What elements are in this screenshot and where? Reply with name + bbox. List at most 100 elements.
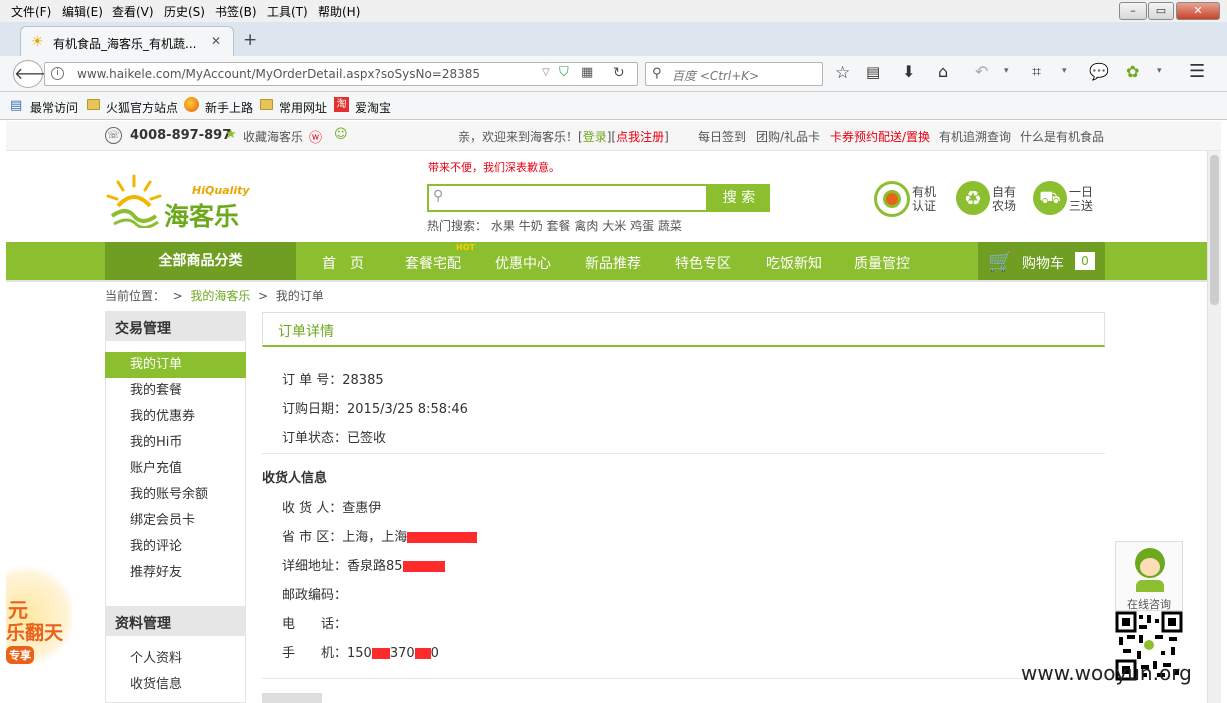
order-status: 已签收 [347, 431, 387, 446]
voucher-link[interactable]: 卡券预约配送/置换 [830, 128, 930, 145]
sidebar-item-hi-coins[interactable]: 我的Hi币 [105, 430, 246, 456]
favorite-link[interactable]: 收藏海客乐 [243, 128, 303, 145]
bookmark-getting-started[interactable]: 新手上路 [205, 99, 253, 116]
menu-file[interactable]: 文件(F) [11, 3, 51, 20]
url-dropdown-icon[interactable]: ▽ [542, 67, 550, 78]
cart-count: 0 [1075, 252, 1095, 270]
menu-edit[interactable]: 编辑(E) [62, 3, 103, 20]
browser-search-box[interactable]: ⚲ 百度 <Ctrl+K> [645, 62, 823, 86]
organic-info-link[interactable]: 什么是有机食品 [1020, 128, 1104, 145]
menu-view[interactable]: 查看(V) [112, 3, 154, 20]
menu-help[interactable]: 帮助(H) [318, 3, 360, 20]
hot-word[interactable]: 蔬菜 [658, 219, 682, 233]
wechat-icon[interactable]: ☺ [334, 127, 348, 142]
new-tab-icon[interactable]: + [243, 30, 257, 50]
nav-food-news[interactable]: 吃饭新知 [766, 253, 822, 273]
nav-quality[interactable]: 质量管控 [854, 253, 910, 273]
addon-dropdown-icon[interactable]: ▾ [1157, 66, 1162, 76]
reading-list-icon[interactable]: ▤ [866, 63, 880, 81]
minimize-button[interactable]: – [1119, 2, 1147, 20]
nav-coupons[interactable]: 优惠中心 [495, 253, 551, 273]
sidebar-item-my-packages[interactable]: 我的套餐 [105, 378, 246, 404]
chat-icon[interactable]: 💬 [1089, 62, 1109, 81]
cart-button[interactable]: 🛒 购物车 0 [978, 242, 1105, 280]
page-scrollbar[interactable] [1207, 151, 1221, 703]
home-icon[interactable]: ⌂ [938, 62, 948, 81]
reload-icon[interactable]: ↻ [613, 65, 625, 81]
logo-sun-icon[interactable] [104, 172, 164, 229]
bookmark-firefox[interactable]: 火狐官方站点 [106, 99, 178, 116]
weibo-icon[interactable]: ⓦ [309, 127, 322, 146]
breadcrumb-parent-link[interactable]: 我的海客乐 [190, 289, 250, 303]
hot-word[interactable]: 牛奶 [519, 219, 543, 233]
undo-icon[interactable]: ↶ [975, 62, 988, 81]
site-search-button[interactable]: 搜 索 [708, 184, 770, 212]
logo-text[interactable]: 海客乐 [164, 197, 239, 233]
undo-dropdown-icon[interactable]: ▾ [1004, 66, 1009, 76]
sidebar-section-profile: 资料管理 [105, 606, 246, 636]
sidebar-item-balance[interactable]: 我的账号余额 [105, 482, 246, 508]
login-link[interactable]: 登录 [583, 130, 607, 144]
tab-strip: ☀ 有机食品_海客乐_有机蔬... ✕ + [0, 22, 1227, 56]
hot-word[interactable]: 鸡蛋 [630, 219, 654, 233]
addon-icon[interactable]: ✿ [1126, 62, 1139, 81]
nav-special[interactable]: 特色专区 [675, 253, 731, 273]
hot-word[interactable]: 禽肉 [574, 219, 598, 233]
checkin-link[interactable]: 每日签到 [698, 128, 746, 145]
sidebar-item-reviews[interactable]: 我的评论 [105, 534, 246, 560]
star-bookmark-icon[interactable]: ☆ [835, 63, 850, 83]
order-date: 2015/3/25 8:58:46 [347, 402, 468, 417]
promo-float[interactable]: 元 乐翻天 专享 [6, 566, 72, 666]
url-text[interactable]: www.haikele.com/MyAccount/MyOrderDetail.… [77, 67, 480, 81]
menu-bookmarks[interactable]: 书签(B) [215, 3, 257, 20]
tab-close-icon[interactable]: ✕ [211, 34, 221, 48]
sidebar-item-my-coupons[interactable]: 我的优惠券 [105, 404, 246, 430]
search-placeholder: 百度 <Ctrl+K> [672, 69, 760, 83]
maximize-button[interactable]: ▭ [1148, 2, 1174, 20]
qr-icon[interactable]: ▦ [581, 65, 593, 80]
scrollbar-thumb[interactable] [1210, 155, 1219, 305]
close-window-button[interactable]: ✕ [1176, 2, 1220, 20]
back-icon[interactable]: 🡐 [13, 60, 57, 88]
crop-dropdown-icon[interactable]: ▾ [1062, 66, 1067, 76]
sidebar-item-bind-card[interactable]: 绑定会员卡 [105, 508, 246, 534]
active-tab[interactable]: ☀ 有机食品_海客乐_有机蔬... ✕ [20, 26, 234, 56]
url-bar[interactable]: i www.haikele.com/MyAccount/MyOrderDetai… [44, 62, 638, 86]
hot-word[interactable]: 大米 [602, 219, 626, 233]
badge-organic: 有机 认证 [912, 185, 937, 213]
agent-body [1136, 580, 1164, 592]
bookmark-taobao[interactable]: 爱淘宝 [355, 99, 391, 116]
order-number: 28385 [342, 373, 384, 388]
online-consult-button[interactable]: 在线咨询 [1115, 541, 1183, 611]
breadcrumb-current: 我的订单 [275, 289, 324, 303]
trace-link[interactable]: 有机追溯查询 [939, 128, 1011, 145]
all-categories-button[interactable]: 全部商品分类 [105, 242, 296, 280]
group-gift-link[interactable]: 团购/礼品卡 [756, 128, 820, 145]
menu-history[interactable]: 历史(S) [164, 3, 205, 20]
download-icon[interactable]: ⬇ [902, 62, 915, 81]
hot-word[interactable]: 水果 [491, 219, 515, 233]
site-search-input[interactable]: ⚲ [427, 184, 708, 212]
bookmark-common-sites[interactable]: 常用网址 [279, 99, 327, 116]
nav-home[interactable]: 首 页 [322, 253, 364, 273]
hot-word[interactable]: 套餐 [547, 219, 571, 233]
register-link[interactable]: 点我注册 [616, 130, 664, 144]
sidebar-item-addresses[interactable]: 收货信息 [105, 672, 246, 698]
sidebar-item-my-orders[interactable]: 我的订单 [105, 352, 246, 378]
nav-new[interactable]: 新品推荐 [585, 253, 641, 273]
bookmark-most-visited[interactable]: 最常访问 [30, 99, 78, 116]
hot-search: 热门搜索： 水果 牛奶 套餐 禽肉 大米 鸡蛋 蔬菜 [427, 219, 682, 233]
sidebar-item-profile[interactable]: 个人资料 [105, 646, 246, 672]
nav-package[interactable]: 套餐宅配 [405, 253, 461, 273]
info-icon[interactable]: i [51, 67, 64, 80]
sidebar-item-recharge[interactable]: 账户充值 [105, 456, 246, 482]
hamburger-menu-icon[interactable]: ☰ [1189, 61, 1205, 82]
recycle-farm-icon: ♻ [956, 181, 990, 215]
sidebar-item-refer[interactable]: 推荐好友 [105, 560, 246, 586]
logo-subtext: HiQuality [192, 184, 250, 197]
shield-icon[interactable]: ⛉ [559, 65, 569, 80]
menu-tools[interactable]: 工具(T) [267, 3, 308, 20]
crop-screenshot-icon[interactable]: ⌗ [1032, 62, 1041, 82]
order-status-row: 订单状态：已签收 [282, 431, 387, 446]
tab-title: 有机食品_海客乐_有机蔬... [53, 37, 197, 51]
